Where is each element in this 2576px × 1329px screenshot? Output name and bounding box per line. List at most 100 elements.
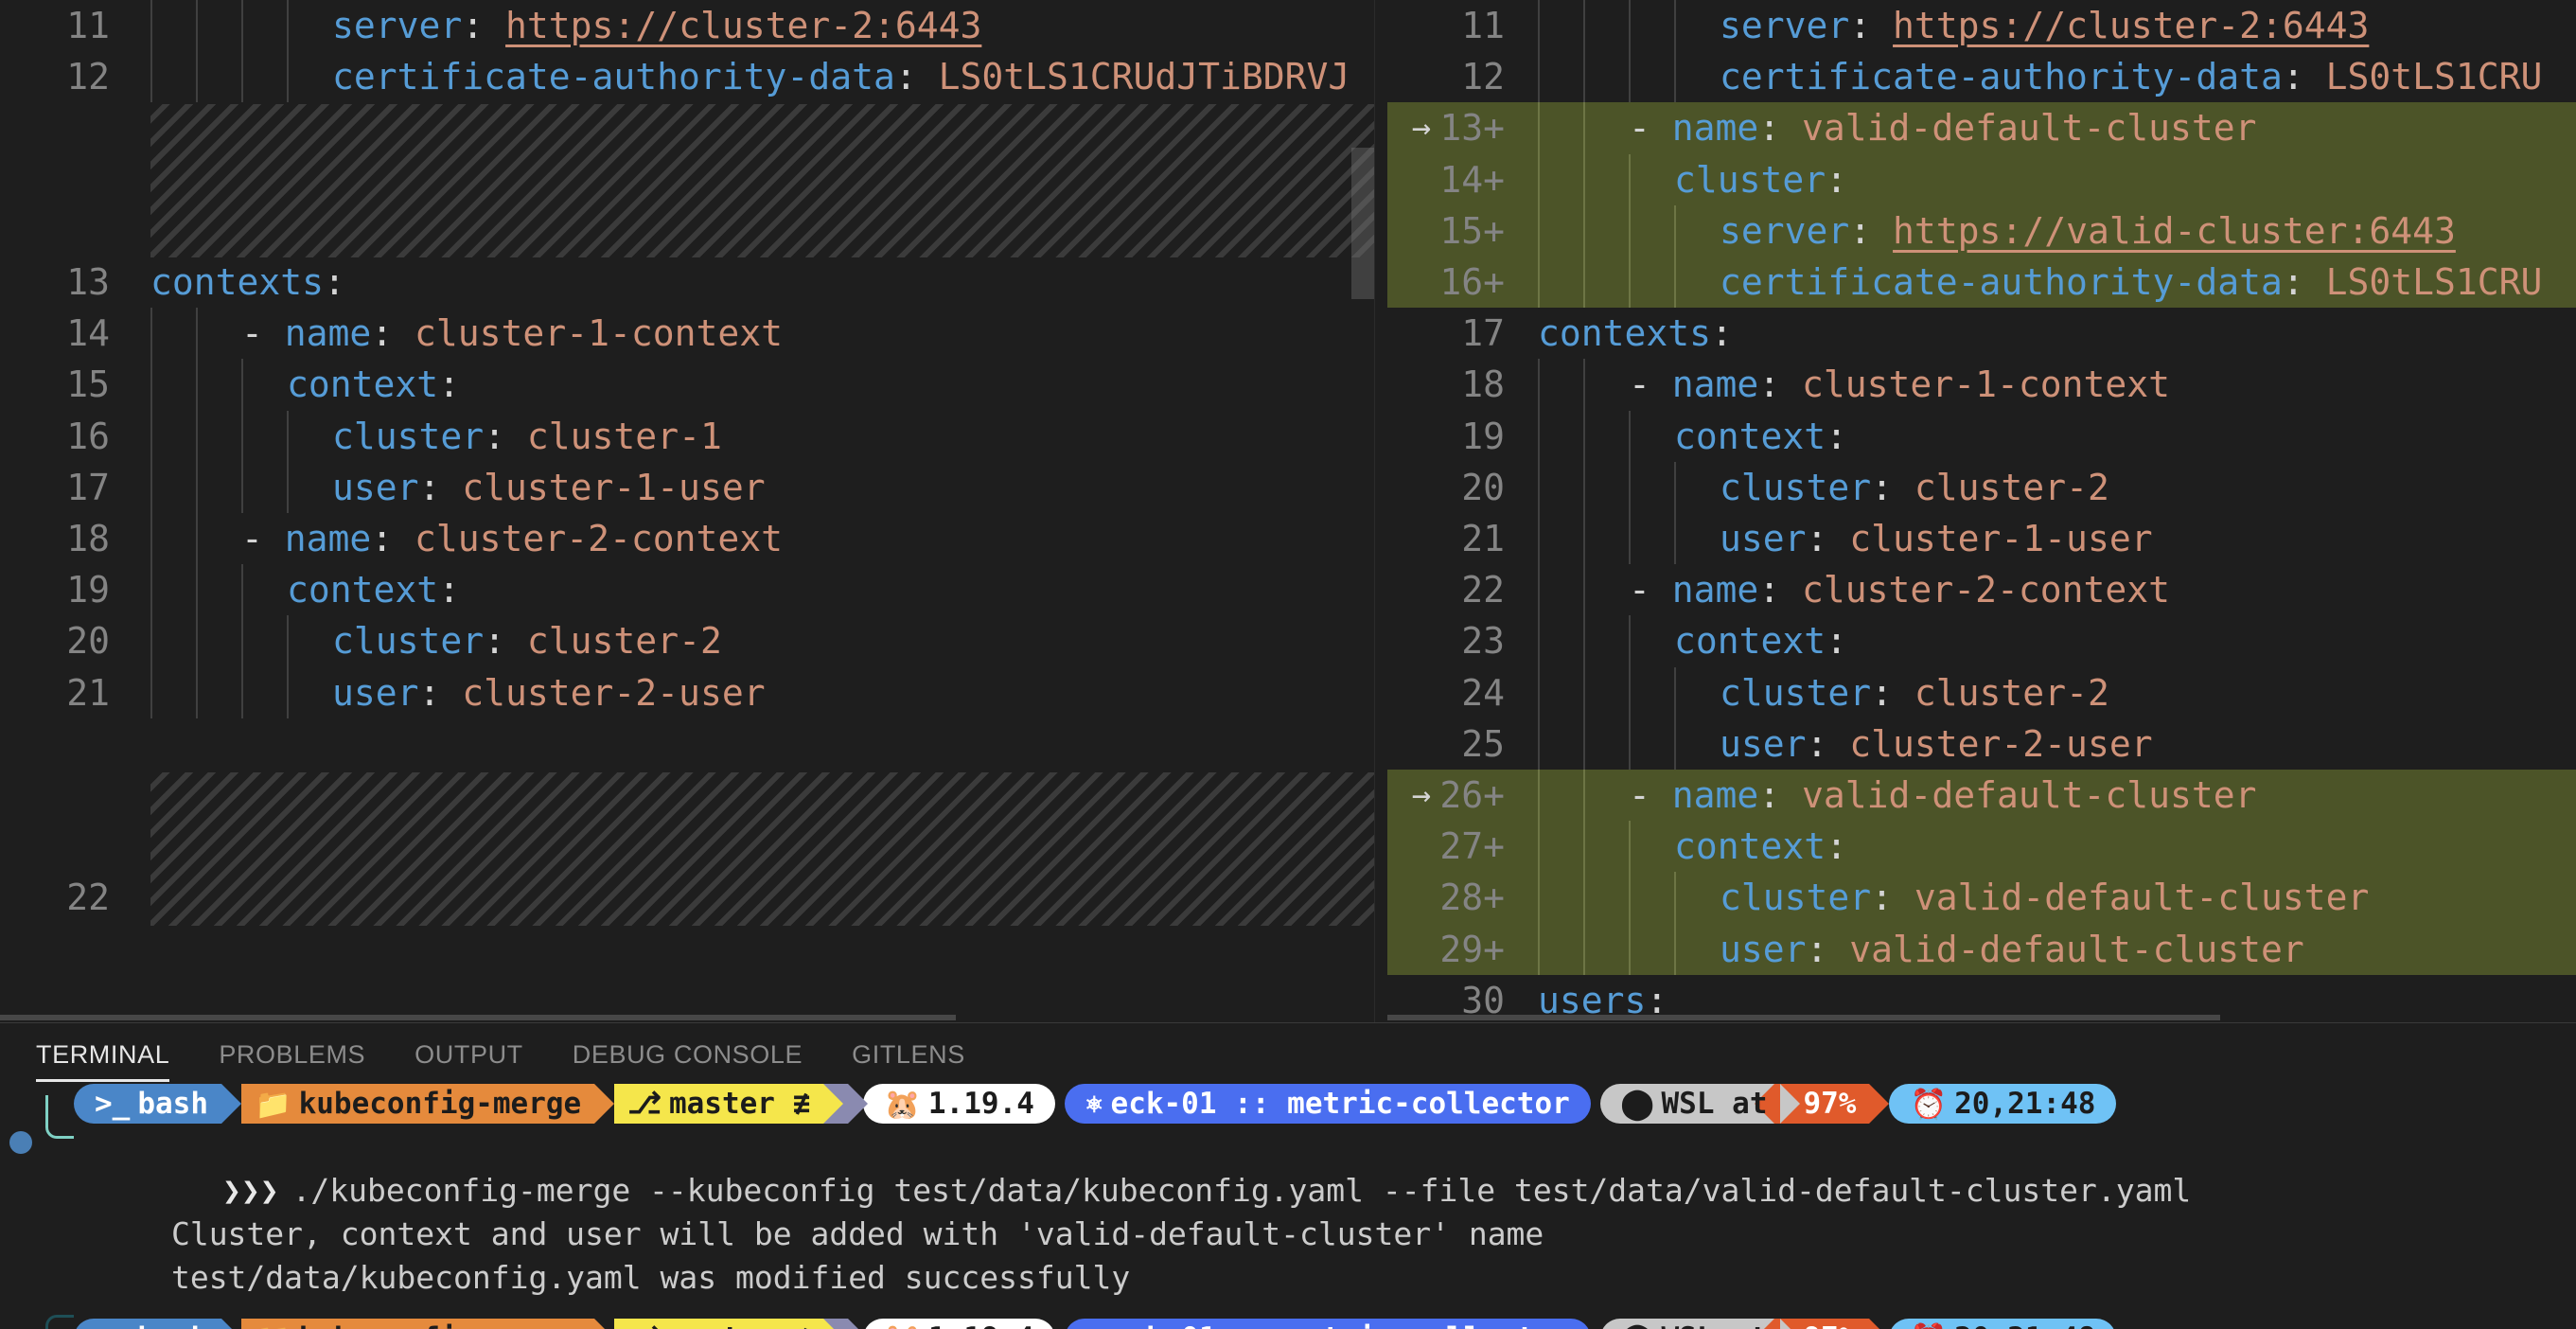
prompt-segment-clock: ⏰20,21:48	[1889, 1084, 2117, 1124]
code-line[interactable]: 25 user: cluster-2-user	[1387, 718, 2576, 770]
powerline-arrow	[848, 1084, 869, 1124]
code-line[interactable]: 19 context:	[1387, 410, 2576, 462]
code-text: - name: cluster-1-context	[241, 308, 783, 359]
prompt-directory-icon: 📁	[255, 1321, 291, 1329]
powerline-prompt: >_ bash 📁 kubeconfig-merge ⎇ master ≢ 🐹 1.19.4 ⎈…	[74, 1084, 2117, 1124]
code-token[interactable]: https://valid-cluster:6443	[1893, 210, 2456, 252]
line-number: 29+	[1439, 928, 1505, 970]
code-token[interactable]: https://cluster-2:6443	[505, 5, 981, 46]
prompt-segment-shell: >_ bash	[74, 1319, 241, 1329]
code-line[interactable]: 20 cluster: cluster-2	[1387, 461, 2576, 513]
indent-guide	[241, 666, 243, 718]
code-text: - name: cluster-2-context	[1629, 564, 2170, 615]
code-line[interactable]: 15 context:	[0, 359, 1374, 411]
diff-pane-modified[interactable]: 11 server: https://cluster-2:6443 12 certif…	[1387, 0, 2576, 1022]
powerline-arrow	[221, 1084, 241, 1124]
code-token: -	[1629, 363, 1672, 406]
prompt-segment-go-version: 🐹1.19.4	[863, 1319, 1055, 1329]
code-line[interactable]: 21 user: cluster-1-user	[1387, 513, 2576, 565]
code-line[interactable]: 20 cluster: cluster-2	[0, 615, 1374, 667]
code-token: -	[241, 312, 285, 355]
prompt-directory-icon: 📁	[254, 1087, 291, 1122]
code-line[interactable]: 14 - name: cluster-1-context	[0, 308, 1374, 360]
prompt-shell-icon: >_	[95, 1087, 131, 1121]
code-line[interactable]: 17 user: cluster-1-user	[0, 461, 1374, 513]
indent-guide	[1538, 666, 1540, 718]
terminal-output-text: test/data/kubeconfig.yaml was modified s…	[170, 1259, 1131, 1296]
code-line[interactable]: → 13+ - name: valid-default-cluster	[1387, 102, 2576, 154]
prompt-segment-directory: 📁 kubeconfig-merge	[240, 1319, 615, 1329]
code-token: cluster	[332, 620, 485, 663]
code-line[interactable]: 22 - name: cluster-2-context	[1387, 564, 2576, 616]
panel-tab-gitlens[interactable]: GITLENS	[827, 1033, 990, 1082]
code-line[interactable]: 19 context:	[0, 564, 1374, 616]
editor-horizontal-scrollbar-track-modified[interactable]	[1387, 1015, 2576, 1020]
code-line[interactable]: 14+ cluster:	[1387, 153, 2576, 205]
code-token: cluster-1-context	[1802, 363, 2170, 406]
code-token: valid-default-cluster	[1802, 774, 2257, 816]
prompt-clock-icon: ⏰	[1910, 1321, 1947, 1329]
code-line[interactable]: 23 context:	[1387, 615, 2576, 667]
indent-guide	[1538, 461, 1540, 513]
code-line[interactable]: 17 contexts:	[1387, 308, 2576, 359]
code-token: :	[2282, 261, 2326, 303]
diff-filler-original-bottom	[150, 772, 1374, 926]
indent-guide	[287, 666, 289, 718]
code-text: cluster: cluster-2	[332, 615, 722, 666]
indent-guide	[1583, 821, 1585, 873]
powerline-arrow	[594, 1319, 615, 1329]
indent-guide	[287, 0, 289, 52]
powerline-arrow	[1780, 1084, 1801, 1124]
terminal-view[interactable]: >_ bash 📁 kubeconfig-merge ⎇ master ≢ 🐹 1.19.4 ⎈…	[0, 1082, 2576, 1329]
editor-vertical-scrollbar[interactable]	[1351, 148, 1374, 299]
code-token: cluster	[1720, 671, 1872, 714]
code-token: :	[2282, 56, 2326, 98]
terminal-command-line[interactable]: ❯❯❯ ./kubeconfig-merge --kubeconfig test/…	[0, 1125, 2576, 1209]
code-line[interactable]: 11 server: https://cluster-2:6443	[0, 0, 1374, 52]
code-line[interactable]: 27+ context:	[1387, 821, 2576, 873]
code-line[interactable]: 24 cluster: cluster-2	[1387, 666, 2576, 718]
prompt-kube-context-label: eck-01 :: metric-collector	[1110, 1087, 1570, 1121]
panel-tab-problems[interactable]: PROBLEMS	[194, 1033, 390, 1082]
code-token: cluster-2-user	[1849, 722, 2153, 765]
indent-guide	[1538, 872, 1540, 924]
code-line[interactable]: 13 contexts:	[0, 257, 1374, 308]
code-line[interactable]: 12 certificate-authority-data: LS0tLS1CRU…	[0, 51, 1374, 103]
indent-guide	[1674, 204, 1676, 257]
panel-tab-output[interactable]: OUTPUT	[390, 1033, 548, 1082]
editor-horizontal-scrollbar-track[interactable]	[0, 1015, 1374, 1020]
indent-guide	[1583, 872, 1585, 924]
prompt-clock-label: 20,21:48	[1954, 1321, 2095, 1329]
code-token: name	[1671, 569, 1759, 611]
powerline-arrow	[823, 1084, 844, 1124]
line-number: 14+	[1439, 158, 1505, 201]
indent-guide	[1583, 359, 1585, 411]
code-line[interactable]: 16+ certificate-authority-data: LS0tLS1CR…	[1387, 257, 2576, 309]
diff-pane-original[interactable]: 11 server: https://cluster-2:6443 12 certif…	[0, 0, 1374, 1022]
code-line[interactable]: 15+ server: https://valid-cluster:6443	[1387, 204, 2576, 257]
code-text: certificate-authority-data: LS0tLS1CRU	[1720, 51, 2542, 102]
code-line[interactable]: 11 server: https://cluster-2:6443	[1387, 0, 2576, 52]
indent-guide	[150, 308, 152, 360]
indent-guide	[287, 410, 289, 462]
code-line[interactable]: 21 user: cluster-2-user	[0, 666, 1374, 718]
editor-horizontal-scrollbar-thumb[interactable]	[0, 1015, 956, 1020]
prompt-segment-go-version: 🐹1.19.4	[863, 1084, 1055, 1124]
code-token[interactable]: https://cluster-2:6443	[1893, 5, 2369, 46]
indent-guide	[1629, 923, 1631, 975]
editor-horizontal-scrollbar-thumb-modified[interactable]	[1387, 1015, 2220, 1020]
diff-pane-divider[interactable]	[1374, 0, 1375, 1022]
panel-tab-debug-console[interactable]: DEBUG CONSOLE	[548, 1033, 827, 1082]
code-line[interactable]: 29+ user: valid-default-cluster	[1387, 923, 2576, 975]
code-line[interactable]: 18 - name: cluster-1-context	[1387, 359, 2576, 411]
code-token: valid-default-cluster	[1802, 107, 2257, 150]
indent-guide	[1583, 564, 1585, 616]
code-line[interactable]: 28+ cluster: valid-default-cluster	[1387, 872, 2576, 924]
code-line[interactable]: 12 certificate-authority-data: LS0tLS1CRU	[1387, 51, 2576, 103]
code-line[interactable]: 16 cluster: cluster-1	[0, 410, 1374, 462]
indent-guide	[150, 0, 152, 52]
panel-tab-terminal[interactable]: TERMINAL	[36, 1033, 194, 1082]
code-line[interactable]: → 26+ - name: valid-default-cluster	[1387, 770, 2576, 822]
code-line[interactable]: 18 - name: cluster-2-context	[0, 513, 1374, 565]
indent-guide	[196, 513, 198, 565]
